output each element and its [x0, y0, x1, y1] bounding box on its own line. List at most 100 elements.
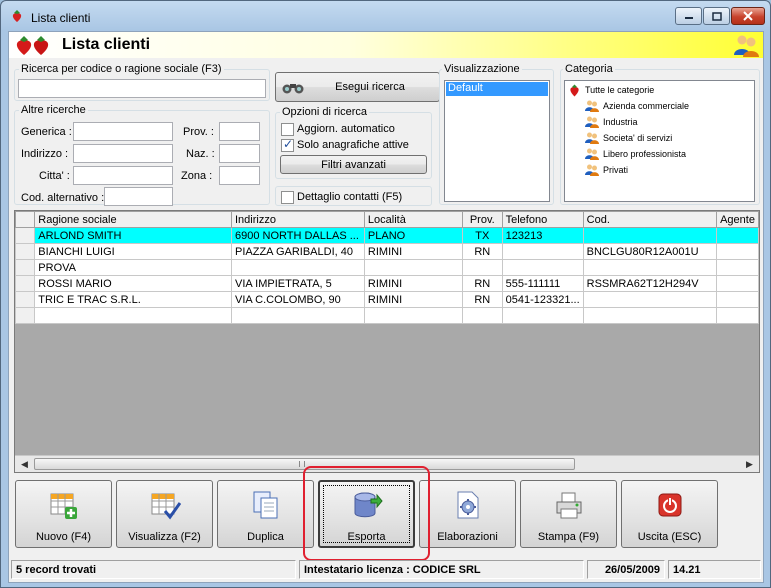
cell-telefono: 123213: [501, 227, 584, 244]
tree-item-tutte[interactable]: Tutte le categorie: [568, 82, 654, 98]
cell-prov: RN: [461, 291, 503, 308]
row-indicator: [15, 243, 36, 260]
clients-grid[interactable]: Ragione sociale Indirizzo Località Prov.…: [14, 210, 760, 473]
row-indicator: [15, 291, 36, 308]
tree-item-libero[interactable]: Libero professionista: [585, 146, 686, 162]
column-header[interactable]: Telefono: [501, 211, 584, 228]
filtri-avanzati-button[interactable]: Filtri avanzati: [280, 155, 427, 174]
visualizzazione-item-default[interactable]: Default: [446, 82, 548, 96]
naz-label: Naz. :: [186, 148, 215, 160]
grip-icon: [299, 461, 305, 467]
minimize-icon: [684, 17, 693, 19]
cell-ragione-sociale: ROSSI MARIO: [34, 275, 232, 292]
categoria-tree[interactable]: Tutte le categorie Azienda commerciale I…: [564, 80, 755, 202]
duplica-button[interactable]: Duplica: [217, 480, 314, 548]
table-row[interactable]: ROSSI MARIO VIA IMPIETRATA, 5 RIMINI RN …: [15, 275, 759, 292]
status-records: 5 record trovati: [11, 560, 296, 579]
cell-indirizzo: VIA IMPIETRATA, 5: [231, 275, 365, 292]
tree-label-libero: Libero professionista: [603, 149, 687, 159]
search-options-label: Opzioni di ricerca: [280, 106, 369, 118]
cell-indirizzo: [231, 259, 365, 276]
cell-localita: PLANO: [363, 227, 463, 244]
table-row[interactable]: ARLOND SMITH 6900 NORTH DALLAS ... PLANO…: [15, 227, 759, 244]
visualizzazione-label: Visualizzazione: [442, 63, 522, 75]
visualizza-label: Visualizza (F2): [128, 531, 201, 543]
column-header[interactable]: Indirizzo: [231, 211, 365, 228]
elaborazioni-label: Elaborazioni: [437, 531, 498, 543]
nuovo-button[interactable]: Nuovo (F4): [15, 480, 112, 548]
minimize-button[interactable]: [675, 7, 702, 25]
scroll-left-icon[interactable]: ◀: [16, 456, 33, 472]
visualizza-button[interactable]: Visualizza (F2): [116, 480, 213, 548]
cell-ragione-sociale: PROVA: [34, 259, 232, 276]
cell-cod: [582, 227, 718, 244]
citta-label: Citta' :: [39, 170, 70, 182]
search-button-label: Esegui ricerca: [335, 81, 405, 93]
table-row[interactable]: TRIC E TRAC S.R.L. VIA C.COLOMBO, 90 RIM…: [15, 291, 759, 308]
tree-item-azienda[interactable]: Azienda commerciale: [585, 98, 689, 114]
close-button[interactable]: [731, 7, 765, 25]
window-title: Lista clienti: [31, 11, 91, 25]
table-row[interactable]: BIANCHI LUIGI PIAZZA GARIBALDI, 40 RIMIN…: [15, 243, 759, 260]
grid-header-row: Ragione sociale Indirizzo Località Prov.…: [15, 211, 759, 228]
cell-prov: [461, 259, 503, 276]
cell-agente: [716, 243, 759, 260]
solo-attive-checkbox[interactable]: [281, 137, 294, 152]
client-area: Lista clienti Ricerca per codice o ragio…: [8, 31, 764, 583]
printer-icon: [556, 492, 582, 519]
uscita-button[interactable]: Uscita (ESC): [621, 480, 718, 548]
generica-input[interactable]: [73, 122, 173, 141]
zona-label: Zona :: [181, 170, 213, 182]
users-icon: [585, 116, 599, 128]
dettaglio-checkbox[interactable]: [281, 191, 294, 204]
zona-input[interactable]: [219, 166, 260, 185]
cell-indirizzo: 6900 NORTH DALLAS ...: [231, 227, 365, 244]
column-header[interactable]: Prov.: [461, 211, 503, 228]
cell-indirizzo: PIAZZA GARIBALDI, 40: [231, 243, 365, 260]
tree-item-servizi[interactable]: Societa' di servizi: [585, 130, 672, 146]
stampa-label: Stampa (F9): [537, 531, 600, 543]
aggiorn-checkbox[interactable]: [281, 123, 294, 136]
cell-indirizzo: VIA C.COLOMBO, 90: [231, 291, 365, 308]
tree-label-privati: Privati: [603, 165, 629, 175]
elaborazioni-button[interactable]: Elaborazioni: [419, 480, 516, 548]
close-icon: [743, 11, 753, 21]
binoculars-icon: [282, 84, 304, 94]
cell-cod: [582, 259, 718, 276]
cell-telefono: 555-111111: [501, 275, 584, 292]
table-row-empty[interactable]: [15, 307, 759, 324]
users-icon: [734, 35, 759, 57]
column-header[interactable]: Cod.: [582, 211, 718, 228]
citta-input[interactable]: [73, 166, 173, 185]
power-icon: [658, 493, 682, 517]
tree-item-industria[interactable]: Industria: [585, 114, 638, 130]
cell-agente: [716, 259, 759, 276]
indirizzo-input[interactable]: [73, 144, 173, 163]
title-bar[interactable]: Lista clienti: [1, 1, 770, 31]
table-row[interactable]: PROVA: [15, 259, 759, 276]
users-icon: [585, 100, 599, 112]
cell-agente: [716, 227, 759, 244]
visualizzazione-listbox[interactable]: Default: [444, 80, 550, 202]
column-header[interactable]: Ragione sociale: [34, 211, 232, 228]
cod-alternativo-input[interactable]: [104, 187, 173, 206]
cell-telefono: 0541-123321...: [501, 291, 584, 308]
maximize-button[interactable]: [703, 7, 730, 25]
search-button[interactable]: Esegui ricerca: [275, 72, 440, 102]
cell-telefono: [501, 259, 584, 276]
column-header[interactable]: Località: [363, 211, 463, 228]
stampa-button[interactable]: Stampa (F9): [520, 480, 617, 548]
generica-label: Generica :: [21, 126, 72, 138]
search-group: Ricerca per codice o ragione sociale (F3…: [14, 63, 270, 101]
tree-item-privati[interactable]: Privati: [585, 162, 628, 178]
view-grid-icon: [151, 493, 181, 520]
strawberry-icon: [570, 84, 579, 96]
column-header[interactable]: Agente: [716, 211, 759, 228]
scroll-right-icon[interactable]: ▶: [741, 456, 758, 472]
cell-cod: [582, 291, 718, 308]
cod-alternativo-label: Cod. alternativo :: [21, 192, 105, 204]
prov-input[interactable]: [219, 122, 260, 141]
search-input[interactable]: [18, 79, 266, 98]
strawberries-logo-icon: [16, 36, 49, 55]
naz-input[interactable]: [219, 144, 260, 163]
